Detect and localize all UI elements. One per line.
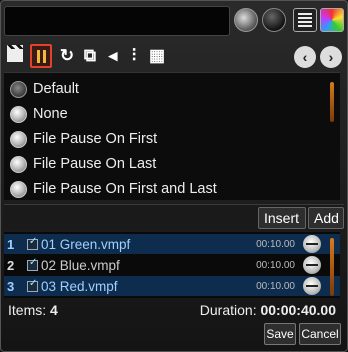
checkbox-icon[interactable] [27,278,38,292]
total-duration: Duration: 00:00:40.00 [200,302,336,318]
insert-button[interactable]: Insert [258,207,306,229]
option-none[interactable]: None [10,102,68,126]
radio-selected-icon[interactable] [10,80,27,98]
option-label: File Pause On Last [33,156,157,172]
filmstrip-icon[interactable] [293,8,317,32]
item-name: 03 Red.vmpf [41,278,118,294]
clapper-icon[interactable] [4,44,26,68]
add-button[interactable]: Add [308,207,344,229]
option-label: None [33,106,68,122]
option-default[interactable]: Default [10,77,79,101]
insert-frame-icon[interactable]: ⧉ [79,44,101,68]
duration-label: Duration: [199,302,257,318]
option-label: Default [33,81,79,97]
list-toolbar: Insert Add [4,204,344,230]
playlist-list: 1 01 Green.vmpf 00:10.00 2 02 Blue.vmpf … [4,232,340,298]
reverse-icon[interactable]: ◂ [102,44,124,68]
option-label: File Pause On First [33,131,158,147]
list-item[interactable]: 3 03 Red.vmpf 00:10.00 [4,276,340,296]
item-duration: 00:10.00 [256,259,295,271]
status-bar: Items: 4 Duration: 00:00:40.00 [4,302,344,320]
items-value: 4 [50,302,58,318]
title-display [4,6,230,36]
pause-options-panel: Default None File Pause On First File Pa… [4,72,340,200]
items-count: Items: 4 [8,302,58,318]
item-number: 1 [7,236,15,252]
split-icon[interactable]: ⫶ [123,44,145,68]
list-item[interactable]: 2 02 Blue.vmpf 00:10.00 [4,255,340,275]
item-name: 02 Blue.vmpf [41,257,120,273]
item-duration: 00:10.00 [256,280,295,292]
checkbox-icon[interactable] [27,236,38,250]
refresh-icon[interactable]: ↻ [56,44,78,68]
item-duration: 00:10.00 [256,238,295,250]
next-icon[interactable]: › [320,46,342,68]
remove-icon[interactable] [303,235,321,253]
option-label: File Pause On First and Last [33,181,217,197]
radio-icon[interactable] [10,155,27,173]
item-number: 2 [7,257,15,273]
radio-icon[interactable] [10,105,27,123]
palette-icon[interactable] [320,8,344,32]
list-scrollbar[interactable] [330,238,334,296]
option-pause-first-last[interactable]: File Pause On First and Last [10,177,217,201]
remove-icon[interactable] [303,256,321,274]
film-icon[interactable]: ▦ [146,44,168,68]
duration-value: 00:00:40.00 [260,302,336,318]
save-button[interactable]: Save [264,323,296,345]
cancel-button[interactable]: Cancel [299,323,341,345]
radio-icon[interactable] [10,180,27,198]
option-pause-last[interactable]: File Pause On Last [10,152,156,176]
pause-icon[interactable] [30,44,52,68]
list-item[interactable]: 1 01 Green.vmpf 00:10.00 [4,234,340,254]
record-icon[interactable] [262,8,286,32]
item-name: 01 Green.vmpf [41,236,131,252]
prev-icon[interactable]: ‹ [294,46,316,68]
checkbox-icon[interactable] [27,257,38,271]
radio-icon[interactable] [10,130,27,148]
toolbar: ↻ ⧉ ◂ ⫶ ▦ ‹ › [4,42,344,70]
option-pause-first[interactable]: File Pause On First [10,127,157,151]
item-number: 3 [7,278,15,294]
disc-icon[interactable] [234,8,258,32]
options-scrollbar[interactable] [330,82,334,122]
items-label: Items: [8,302,47,318]
remove-icon[interactable] [303,277,321,295]
